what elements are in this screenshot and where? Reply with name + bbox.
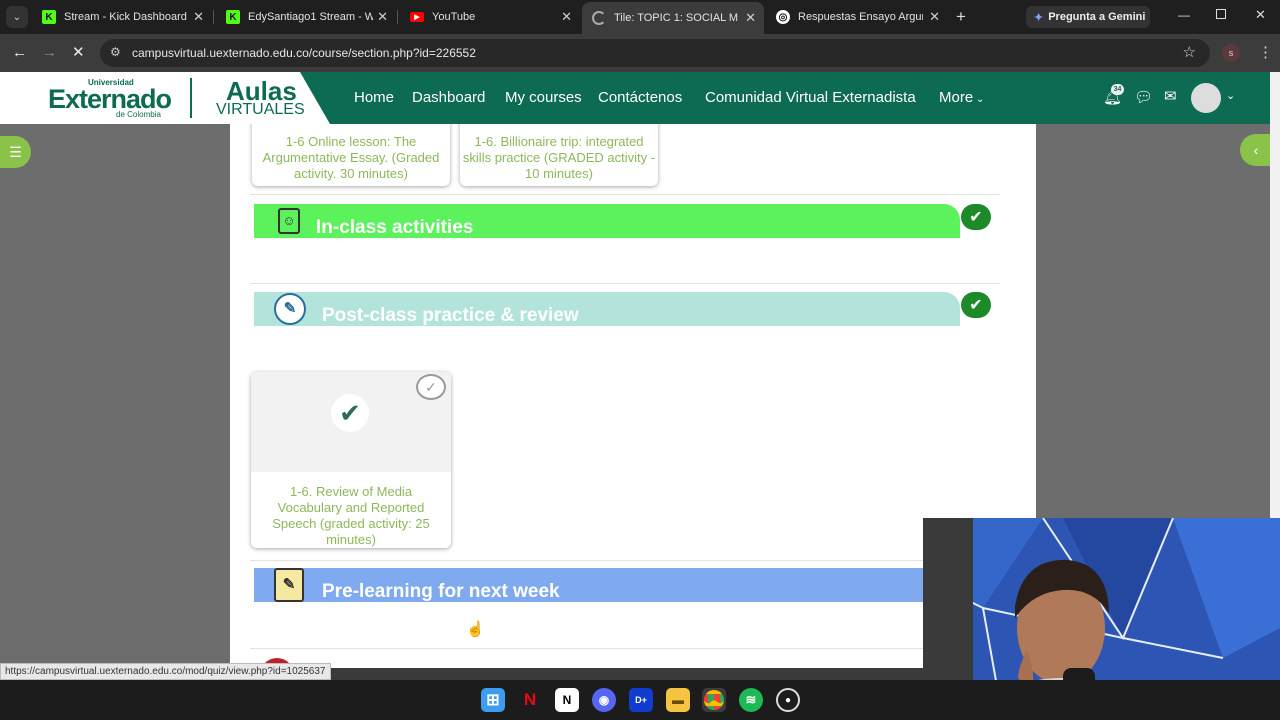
lightbulb-book-icon: ✎ (274, 568, 304, 602)
notification-badge: 34 (1111, 84, 1124, 95)
nav-my-courses[interactable]: My courses (505, 89, 582, 106)
nav-contactenos[interactable]: Contáctenos (598, 89, 682, 106)
course-index-toggle-icon[interactable]: ☰ (0, 136, 31, 168)
activity-title: 1-6 Online lesson: The Argumentative Ess… (262, 134, 440, 181)
logo-de-colombia: de Colombia (116, 110, 161, 119)
activity-title: 1-6. Review of Media Vocabulary and Repo… (272, 484, 430, 547)
section-title: In-class activities (316, 217, 474, 238)
site-logo[interactable]: Universidad Externado de Colombia Aulas … (0, 72, 330, 124)
windows-taskbar: ⊞ N N ◉ D+ ▬ ≋ ● (0, 680, 1280, 720)
tab-youtube[interactable]: ▶ YouTube ✕ (400, 4, 580, 30)
mouse-hand-cursor-icon: ☝ (466, 621, 485, 638)
close-icon[interactable]: ✕ (377, 9, 388, 25)
close-icon[interactable]: ✕ (745, 10, 756, 26)
edit-note-icon: ✎ (274, 293, 306, 325)
kick-icon: K (226, 10, 240, 24)
browser-menu-icon[interactable]: ⋮ (1258, 43, 1273, 61)
spotify-icon[interactable]: ≋ (739, 688, 763, 712)
user-menu-chevron-icon[interactable]: ⌄ (1226, 89, 1235, 102)
tab-respuestas[interactable]: ◎ Respuestas Ensayo Argumen ✕ (766, 4, 948, 30)
close-icon[interactable]: ✕ (561, 9, 572, 25)
activity-card[interactable]: 1-6 Online lesson: The Argumentative Ess… (252, 124, 450, 186)
youtube-icon: ▶ (410, 12, 424, 22)
user-avatar[interactable] (1191, 83, 1221, 113)
gemini-icon: ✦ (1034, 11, 1044, 24)
tab-title: Respuestas Ensayo Argumen (798, 11, 923, 23)
page-left-margin: ☰ (0, 124, 230, 668)
file-explorer-icon[interactable]: ▬ (666, 688, 690, 712)
address-bar[interactable]: ⚙ campusvirtual.uexternado.edu.co/course… (100, 39, 1210, 67)
messages-icon[interactable]: 💬︎ (1134, 88, 1153, 106)
tab-topic-social-media[interactable]: Tile: TOPIC 1: SOCIAL MEDI/ ✕ (582, 2, 764, 34)
chrome-icon[interactable] (702, 688, 726, 712)
loading-icon (592, 11, 606, 25)
mail-icon[interactable]: ✉ (1164, 87, 1177, 105)
stop-loading-icon[interactable]: ✕ (72, 43, 85, 61)
completion-toggle-icon[interactable]: ✓ (416, 374, 446, 400)
tab-title: EdySantiago1 Stream - Watc (248, 11, 373, 23)
link-status-bar: https://campusvirtual.uexternado.edu.co/… (0, 663, 331, 680)
restore-button[interactable] (1216, 9, 1226, 19)
tab-kick-stream[interactable]: K EdySantiago1 Stream - Watc ✕ (216, 4, 396, 30)
gemini-label: Pregunta a Gemini (1048, 11, 1146, 23)
nav-more-label: More (939, 89, 974, 106)
tab-title: YouTube (432, 11, 476, 23)
nav-more[interactable]: More ⌄ (939, 89, 984, 106)
person-board-icon: ☺ (278, 208, 300, 234)
back-icon[interactable]: ← (12, 44, 27, 61)
windows-start-icon[interactable]: ⊞ (481, 688, 505, 712)
section-title: Pre-learning for next week (322, 581, 560, 602)
tab-kick-dashboard[interactable]: K Stream - Kick Dashboard ✕ (32, 4, 212, 30)
site-info-icon[interactable]: ⚙ (110, 45, 121, 59)
section-in-class-header[interactable]: ☺ In-class activities (254, 204, 960, 238)
discord-icon[interactable]: ◉ (592, 688, 616, 712)
minimize-button[interactable]: — (1178, 8, 1190, 22)
activity-card[interactable]: 1-6. Billionaire trip: integrated skills… (460, 124, 658, 186)
browser-toolbar: ← → ✕ ⚙ campusvirtual.uexternado.edu.co/… (0, 34, 1280, 72)
browser-tab-strip: ⌄ K Stream - Kick Dashboard ✕ K EdySanti… (0, 0, 1280, 34)
chatgpt-icon: ◎ (776, 10, 790, 24)
site-header: Universidad Externado de Colombia Aulas … (0, 72, 1270, 124)
activity-check-icon: ✔ (331, 394, 369, 432)
nav-home[interactable]: Home (354, 89, 394, 106)
close-icon[interactable]: ✕ (929, 9, 940, 25)
url-text: campusvirtual.uexternado.edu.co/course/s… (132, 46, 476, 60)
tab-search-button[interactable]: ⌄ (6, 6, 28, 28)
activity-image-area: ✔ ✓ (251, 372, 451, 472)
section-post-class-header[interactable]: ✎ Post-class practice & review (254, 292, 960, 326)
forward-icon[interactable]: → (42, 44, 57, 61)
notion-icon[interactable]: N (555, 688, 579, 712)
section-complete-check-icon: ✔ (961, 292, 991, 318)
nav-comunidad[interactable]: Comunidad Virtual Externadista (705, 89, 916, 106)
bookmark-star-icon[interactable]: ☆ (1183, 43, 1196, 61)
quiz-activity-card[interactable]: ✔ ✓ 1-6. Review of Media Vocabulary and … (251, 372, 451, 548)
course-content: 1-6 Online lesson: The Argumentative Ess… (230, 124, 1036, 668)
kick-icon: K (42, 10, 56, 24)
drawer-toggle-icon[interactable]: ‹ (1240, 134, 1272, 166)
close-icon[interactable]: ✕ (193, 9, 204, 25)
gemini-button[interactable]: ✦ Pregunta a Gemini (1026, 6, 1150, 28)
logo-divider (190, 78, 192, 118)
obs-icon[interactable]: ● (776, 688, 800, 712)
profile-avatar[interactable]: s (1222, 44, 1240, 62)
section-complete-check-icon: ✔ (961, 204, 991, 230)
disney-plus-icon[interactable]: D+ (629, 688, 653, 712)
tab-title: Stream - Kick Dashboard (64, 11, 187, 23)
tab-title: Tile: TOPIC 1: SOCIAL MEDI/ (614, 12, 739, 24)
activity-title: 1-6. Billionaire trip: integrated skills… (462, 134, 656, 181)
section-pre-learning-header[interactable]: ✎ Pre-learning for next week (254, 568, 1036, 602)
new-tab-icon[interactable]: + (956, 7, 966, 27)
close-window-button[interactable]: ✕ (1255, 7, 1266, 23)
netflix-icon[interactable]: N (518, 688, 542, 712)
logo-virtuales: VIRTUALES (216, 101, 305, 118)
nav-dashboard[interactable]: Dashboard (412, 89, 485, 106)
section-title: Post-class practice & review (322, 305, 579, 326)
chevron-down-icon: ⌄ (973, 94, 985, 105)
chrome-logo-icon (704, 690, 724, 710)
